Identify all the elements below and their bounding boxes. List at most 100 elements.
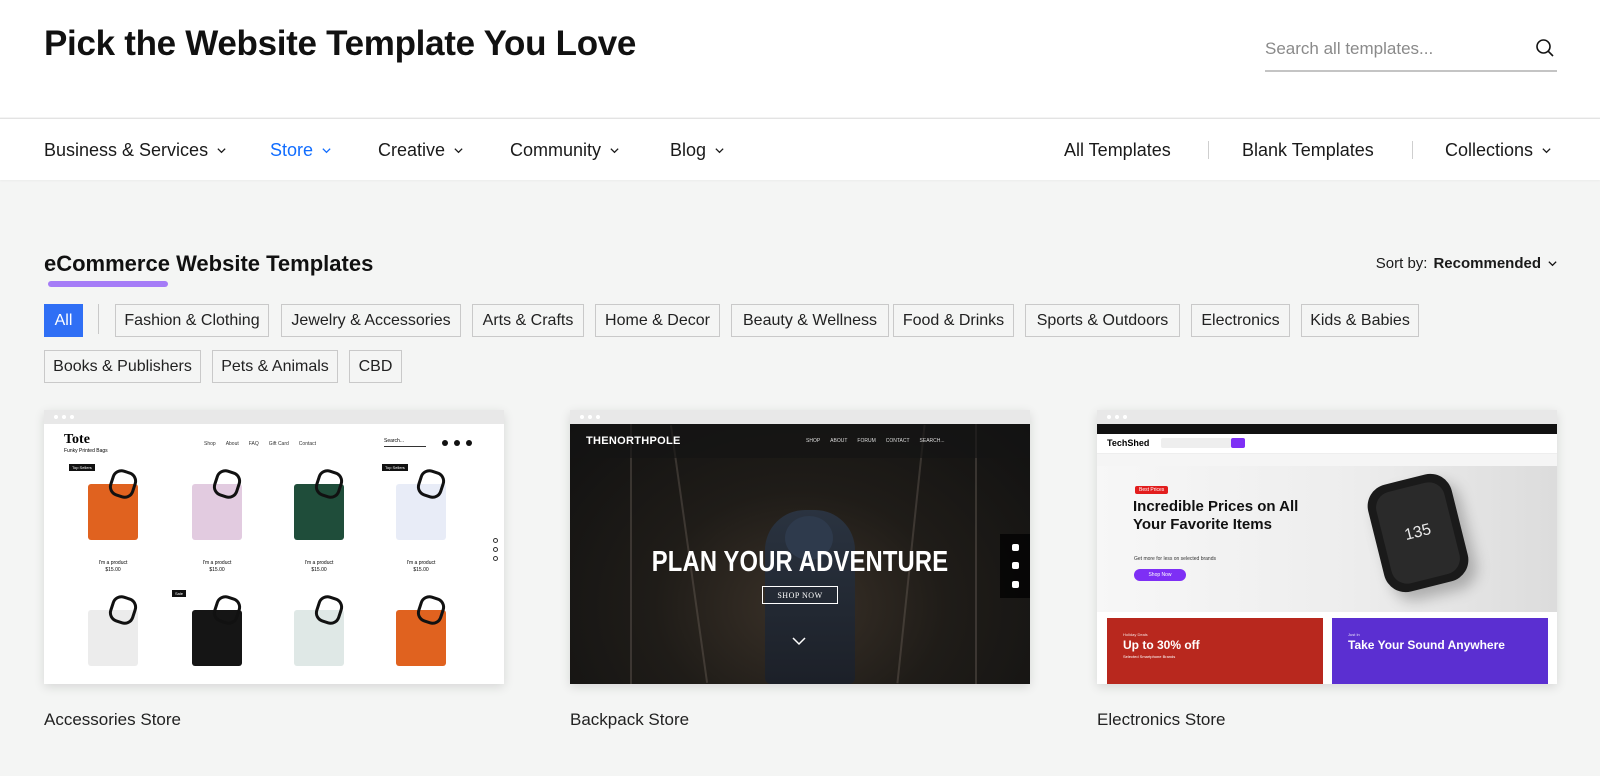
- filter-chip-arts-crafts[interactable]: Arts & Crafts: [472, 304, 584, 337]
- smartwatch-image: 135: [1362, 469, 1474, 597]
- preview-promo-tile: Just In Take Your Sound Anywhere: [1332, 618, 1548, 684]
- chevron-down-icon: [792, 637, 806, 646]
- template-name[interactable]: Backpack Store: [570, 710, 689, 730]
- product-name: I'm a product $15.00: [202, 560, 232, 573]
- filter-chip-sports-outdoors[interactable]: Sports & Outdoors: [1025, 304, 1180, 337]
- preview-link: Gift Card: [268, 441, 289, 447]
- nav-label: Blog: [670, 139, 707, 160]
- preview-search: [1161, 438, 1231, 448]
- promo-kicker: Holiday Deals: [1123, 632, 1148, 637]
- nav-divider: [1208, 141, 1209, 159]
- nav-label: Blank Templates: [1242, 139, 1374, 160]
- preview-link: FORUM: [857, 438, 876, 444]
- product-image: [294, 484, 344, 540]
- template-thumbnail[interactable]: Tote Funky Printed Bags Shop About FAQ G…: [44, 410, 504, 684]
- nav-collections[interactable]: Collections: [1445, 119, 1552, 181]
- filter-chip-pets-animals[interactable]: Pets & Animals: [212, 350, 338, 383]
- product-name: I'm a product $15.00: [98, 560, 128, 573]
- preview-link: Contact: [298, 441, 317, 447]
- search-icon[interactable]: [1533, 36, 1557, 60]
- filter-chip-books-publishers[interactable]: Books & Publishers: [44, 350, 201, 383]
- filter-chip-fashion-clothing[interactable]: Fashion & Clothing: [115, 304, 269, 337]
- instagram-icon: [1011, 581, 1019, 589]
- preview-links: Shop About FAQ Gift Card Contact: [204, 441, 316, 447]
- search-box[interactable]: [1265, 30, 1557, 72]
- filter-chip-cbd[interactable]: CBD: [349, 350, 402, 383]
- product-image: [396, 484, 446, 540]
- template-thumbnail[interactable]: TechShed Best Prices Incredible Prices o…: [1097, 410, 1557, 684]
- nav-blank-templates[interactable]: Blank Templates: [1242, 119, 1374, 181]
- preview-shop-button: SHOP NOW: [762, 586, 838, 604]
- preview-badge: Best Prices: [1135, 486, 1169, 494]
- preview-subtitle: Get more for less on selected brands: [1134, 556, 1216, 562]
- preview-hero: Best Prices Incredible Prices on All You…: [1097, 466, 1557, 612]
- preview-links: SHOP ABOUT FORUM CONTACT SEARCH...: [806, 438, 945, 444]
- browser-bar: [44, 410, 504, 424]
- nav-community[interactable]: Community: [510, 119, 620, 181]
- nav-all-templates[interactable]: All Templates: [1064, 119, 1171, 181]
- section-title: eCommerce Website Templates: [44, 251, 374, 276]
- template-card-accessories-store[interactable]: Tote Funky Printed Bags Shop About FAQ G…: [44, 410, 504, 729]
- instagram-icon: [493, 547, 498, 552]
- preview-tag: Top Sellers: [382, 464, 408, 471]
- search-icon: [1231, 438, 1245, 448]
- watch-face: 135: [1372, 478, 1464, 588]
- chevron-down-icon: [1548, 261, 1557, 267]
- preview-promo-tile: Holiday Deals Up to 30% off Selected Sma…: [1107, 618, 1323, 684]
- preview-header: TechShed: [1097, 434, 1557, 454]
- filter-chip-beauty-wellness[interactable]: Beauty & Wellness: [731, 304, 889, 337]
- youtube-icon: [1011, 562, 1019, 570]
- product-image: [192, 610, 242, 666]
- nav-label: Business & Services: [44, 139, 209, 160]
- preview-link: SEARCH...: [919, 438, 945, 444]
- preview-link: CONTACT: [885, 438, 910, 444]
- facebook-icon: [493, 538, 498, 543]
- promo-title: Up to 30% off: [1123, 638, 1200, 652]
- preview-hero-text: PLAN YOUR ADVENTURE: [651, 546, 949, 578]
- chevron-down-icon: [217, 147, 226, 153]
- preview-link: FAQ: [248, 441, 259, 447]
- nav-creative[interactable]: Creative: [378, 119, 464, 181]
- product-image: [294, 610, 344, 666]
- template-card-backpack-store[interactable]: THENORTHPOLE SHOP ABOUT FORUM CONTACT SE…: [570, 410, 1030, 729]
- page-title: Pick the Website Template You Love: [44, 24, 637, 63]
- nav-label: Store: [270, 139, 314, 160]
- preview-tag: Sale: [172, 590, 187, 597]
- template-thumbnail[interactable]: THENORTHPOLE SHOP ABOUT FORUM CONTACT SE…: [570, 410, 1030, 684]
- preview-cart-icons: [442, 440, 472, 446]
- nav-store[interactable]: Store: [270, 119, 332, 181]
- preview-link: About: [225, 441, 239, 447]
- nav-business-services[interactable]: Business & Services: [44, 119, 227, 181]
- template-name[interactable]: Accessories Store: [44, 710, 181, 730]
- search-input[interactable]: [1265, 30, 1525, 68]
- preview-logo: THENORTHPOLE: [586, 435, 681, 447]
- chevron-down-icon: [454, 147, 463, 153]
- product-image: [88, 610, 138, 666]
- filter-chip-kids-babies[interactable]: Kids & Babies: [1301, 304, 1419, 337]
- product-image: [192, 484, 242, 540]
- filter-chip-electronics[interactable]: Electronics: [1191, 304, 1290, 337]
- filter-chip-jewelry-accessories[interactable]: Jewelry & Accessories: [281, 304, 461, 337]
- preview-link: SHOP: [806, 438, 821, 444]
- facebook-icon: [1011, 543, 1019, 551]
- filter-chip-all[interactable]: All: [44, 304, 83, 337]
- preview-headline: Incredible Prices on All Your Favorite I…: [1133, 498, 1299, 533]
- nav-blog[interactable]: Blog: [670, 119, 725, 181]
- preview-social-bar: [1000, 534, 1030, 598]
- top-header: Pick the Website Template You Love: [0, 0, 1600, 117]
- filter-chip-home-decor[interactable]: Home & Decor: [595, 304, 720, 337]
- product-image: [88, 484, 138, 540]
- browser-bar: [1097, 410, 1557, 424]
- filter-chip-food-drinks[interactable]: Food & Drinks: [893, 304, 1014, 337]
- preview-logo: TechShed: [1107, 438, 1150, 448]
- promo-title: Take Your Sound Anywhere: [1348, 638, 1505, 652]
- template-name[interactable]: Electronics Store: [1097, 710, 1226, 730]
- preview-category-bar: [1097, 454, 1557, 466]
- preview-header: THENORTHPOLE SHOP ABOUT FORUM CONTACT SE…: [570, 424, 1030, 458]
- template-card-electronics-store[interactable]: TechShed Best Prices Incredible Prices o…: [1097, 410, 1557, 729]
- pinterest-icon: [493, 556, 498, 561]
- product-name: I'm a product $15.00: [406, 560, 436, 573]
- nav-label: Creative: [378, 139, 446, 160]
- preview-logo: Tote: [64, 432, 90, 447]
- sort-dropdown[interactable]: Sort by: Recommended: [1376, 255, 1558, 272]
